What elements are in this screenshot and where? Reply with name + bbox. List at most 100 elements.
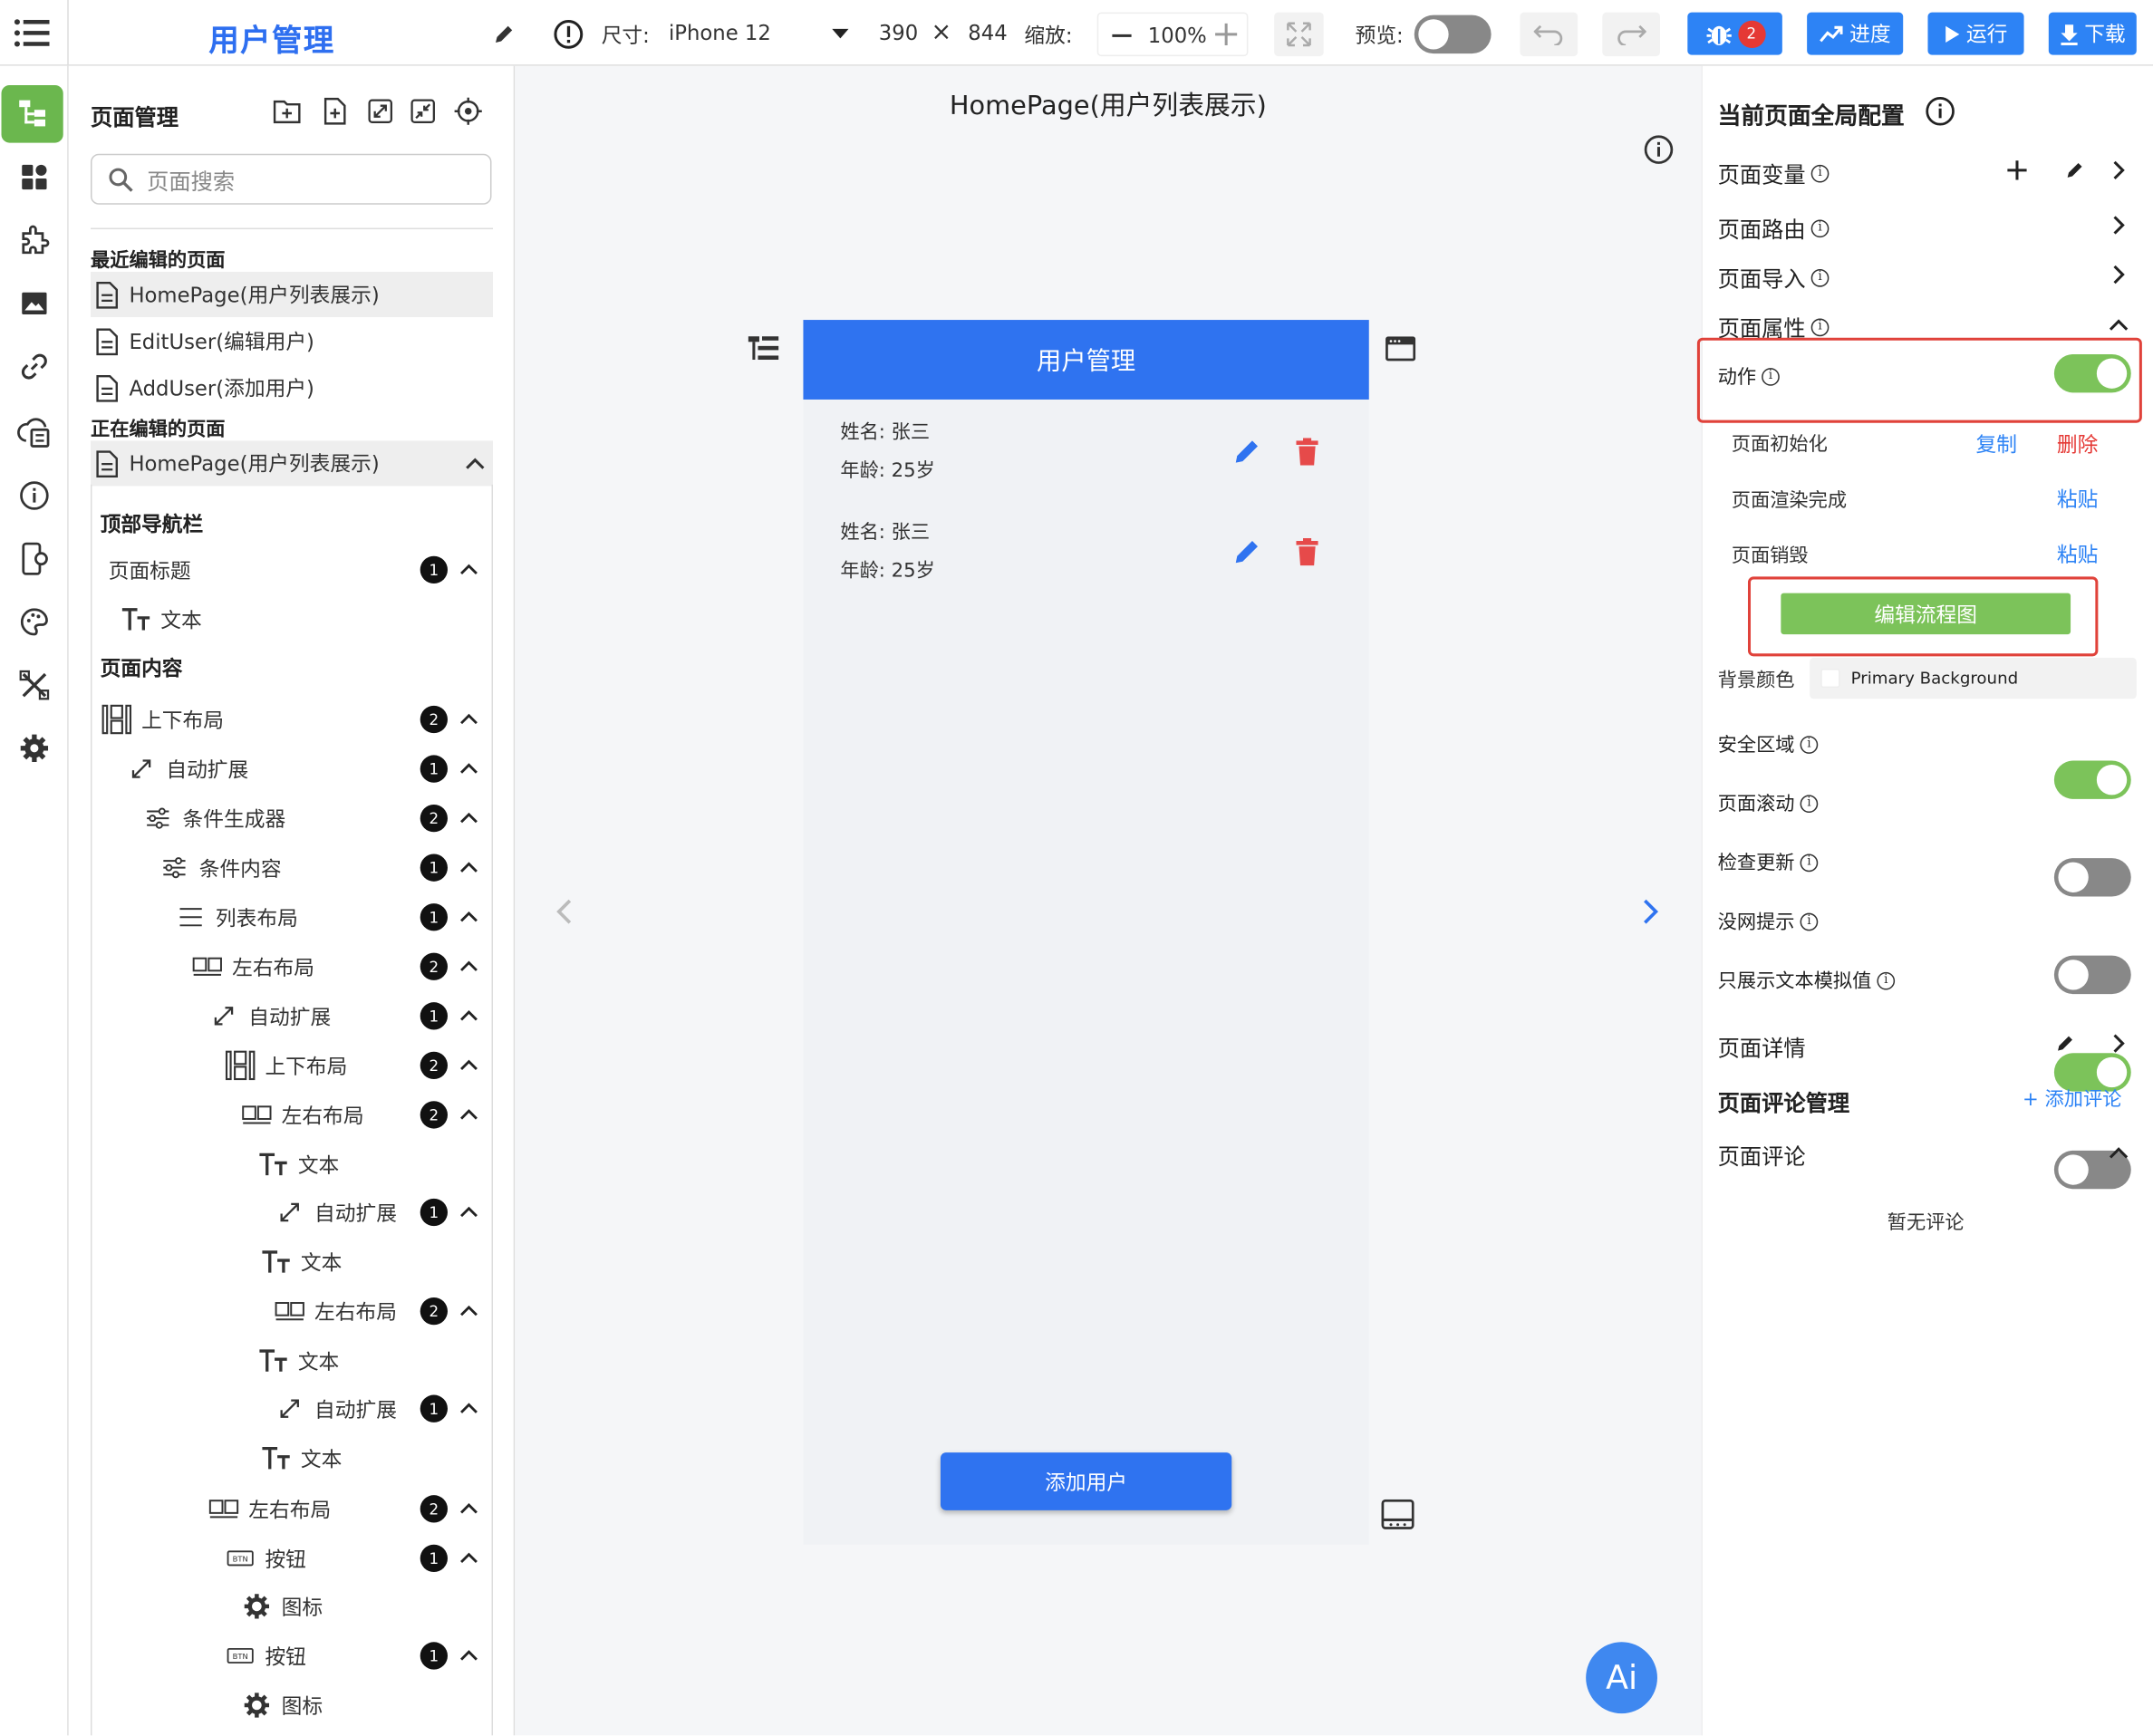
user-list-item[interactable]: 姓名: 张三 年龄: 25岁 <box>803 402 1368 501</box>
edit-icon[interactable] <box>1231 535 1263 568</box>
tree-node[interactable]: 自动扩展 1 <box>92 746 492 793</box>
tree-node[interactable]: 上下布局 2 <box>92 1042 492 1089</box>
page-footer-toggle-icon[interactable] <box>1380 1497 1415 1532</box>
zoom-out-button[interactable] <box>1112 34 1132 37</box>
recent-page-item[interactable]: EditUser(编辑用户) <box>91 319 493 364</box>
action-toggle[interactable] <box>2053 353 2131 393</box>
chevron-up-icon[interactable] <box>460 808 478 829</box>
chevron-up-icon[interactable] <box>460 1645 478 1666</box>
delete-link[interactable]: 删除 <box>2057 429 2098 458</box>
nav-tree-icon[interactable] <box>1 84 63 143</box>
page-route-row[interactable]: 页面路由 i <box>1718 211 1830 244</box>
safe-area-toggle[interactable] <box>2053 760 2131 799</box>
width-value[interactable]: 390 <box>879 21 918 45</box>
nav-info-icon[interactable] <box>0 467 69 525</box>
nav-settings-icon[interactable] <box>0 719 69 777</box>
add-user-button[interactable]: 添加用户 <box>940 1452 1232 1510</box>
tree-node[interactable]: 图标 <box>92 1583 492 1630</box>
tree-node[interactable]: BTN 按钮 1 <box>92 1535 492 1582</box>
tree-node[interactable]: 条件内容 1 <box>92 844 492 892</box>
chevron-right-icon[interactable] <box>2105 157 2132 184</box>
edit-flowchart-button[interactable]: 编辑流程图 <box>1781 593 2071 635</box>
chevron-up-icon[interactable] <box>460 1104 478 1125</box>
page-variables-row[interactable]: 页面变量 i <box>1718 157 1830 189</box>
zoom-in-button[interactable] <box>1214 22 1239 46</box>
chevron-up-icon[interactable] <box>460 1056 478 1076</box>
debug-button[interactable]: 2 <box>1687 12 1782 55</box>
chevron-up-icon[interactable] <box>460 956 478 977</box>
progress-button[interactable]: 进度 <box>1807 12 1904 55</box>
tree-node[interactable]: 文本 <box>92 1141 492 1188</box>
paste-link[interactable]: 粘贴 <box>2057 485 2098 514</box>
menu-icon[interactable] <box>11 14 52 52</box>
tree-node[interactable]: 左右布局 2 <box>92 1288 492 1335</box>
device-select[interactable]: iPhone 12 <box>669 21 771 45</box>
ai-assistant-button[interactable]: Ai <box>1586 1642 1657 1714</box>
fullscreen-button[interactable] <box>1274 12 1324 57</box>
nav-plugin-icon[interactable] <box>0 211 69 269</box>
tree-node[interactable]: 文本 <box>92 1239 492 1286</box>
chevron-right-icon[interactable] <box>2105 1029 2132 1056</box>
editing-page-item[interactable]: HomePage(用户列表展示) <box>91 440 493 487</box>
page-import-row[interactable]: 页面导入 i <box>1718 261 1830 294</box>
tree-node[interactable]: BTN 按钮 1 <box>92 1633 492 1680</box>
chevron-up-icon[interactable] <box>460 1499 478 1519</box>
recent-page-item[interactable]: AddUser(添加用户) <box>91 365 493 410</box>
chevron-up-icon[interactable] <box>460 1006 478 1027</box>
locate-icon[interactable] <box>453 96 483 126</box>
nav-cloud-data-icon[interactable] <box>0 403 69 461</box>
tree-node[interactable]: 左右布局 2 <box>92 943 492 990</box>
page-header-toggle-icon[interactable] <box>1383 333 1418 365</box>
delete-icon[interactable] <box>1290 535 1323 568</box>
download-button[interactable]: 下载 <box>2048 12 2137 55</box>
bg-color-select[interactable]: Primary Background <box>1810 657 2137 699</box>
page-scroll-toggle[interactable] <box>2053 858 2131 897</box>
tree-node[interactable]: 图标 <box>92 1682 492 1729</box>
next-page-icon[interactable] <box>1634 893 1666 929</box>
height-value[interactable]: 844 <box>968 21 1007 45</box>
new-folder-icon[interactable] <box>272 96 302 126</box>
pencil-icon[interactable] <box>2061 157 2088 184</box>
chevron-up-icon[interactable] <box>460 709 478 730</box>
tree-node[interactable]: 页面标题 1 <box>92 546 492 593</box>
prev-page-icon[interactable] <box>548 893 581 929</box>
new-page-icon[interactable] <box>320 96 350 126</box>
nav-image-icon[interactable] <box>0 275 69 333</box>
recent-page-item[interactable]: HomePage(用户列表展示) <box>91 272 493 318</box>
dropdown-arrow-icon[interactable] <box>832 28 849 39</box>
run-button[interactable]: 运行 <box>1927 12 2024 55</box>
chevron-up-icon[interactable] <box>2105 310 2132 337</box>
add-variable-icon[interactable] <box>2003 157 2031 184</box>
nav-device-settings-icon[interactable] <box>0 530 69 588</box>
nav-link-icon[interactable] <box>0 338 69 396</box>
collapse-all-icon[interactable] <box>408 96 438 126</box>
component-tree-toggle-icon[interactable] <box>746 333 781 365</box>
chevron-up-icon[interactable] <box>460 1398 478 1419</box>
undo-button[interactable] <box>1520 12 1579 57</box>
chevron-up-icon[interactable] <box>460 907 478 928</box>
tree-node[interactable]: 文本 <box>92 1337 492 1384</box>
chevron-right-icon[interactable] <box>2105 211 2132 238</box>
tree-node[interactable]: 自动扩展 1 <box>92 993 492 1040</box>
warning-icon[interactable] <box>552 18 584 51</box>
paste-link[interactable]: 粘贴 <box>2057 540 2098 569</box>
info-icon[interactable] <box>1924 95 1956 128</box>
chevron-up-icon[interactable] <box>460 1202 478 1223</box>
comments-row[interactable]: 页面评论 <box>1718 1138 1806 1171</box>
tree-node[interactable]: 上下布局 2 <box>92 696 492 743</box>
add-comment-link[interactable]: + 添加评论 <box>2023 1085 2121 1112</box>
chevron-up-icon[interactable] <box>2105 1138 2132 1165</box>
chevron-up-icon[interactable] <box>460 758 478 779</box>
tree-node[interactable]: 文本 <box>92 1434 492 1481</box>
tree-node[interactable]: 自动扩展 1 <box>92 1189 492 1236</box>
info-icon[interactable] <box>1642 133 1675 166</box>
chevron-up-icon[interactable] <box>460 857 478 878</box>
tree-node[interactable]: 条件生成器 2 <box>92 795 492 842</box>
nav-widgets-icon[interactable] <box>0 149 69 207</box>
expand-all-icon[interactable] <box>365 96 395 126</box>
copy-link[interactable]: 复制 <box>1976 429 2017 458</box>
user-list-item[interactable]: 姓名: 张三 年龄: 25岁 <box>803 503 1368 602</box>
tree-node[interactable]: 列表布局 1 <box>92 893 492 940</box>
pencil-icon[interactable] <box>488 19 518 49</box>
tree-node[interactable]: 自动扩展 1 <box>92 1385 492 1432</box>
